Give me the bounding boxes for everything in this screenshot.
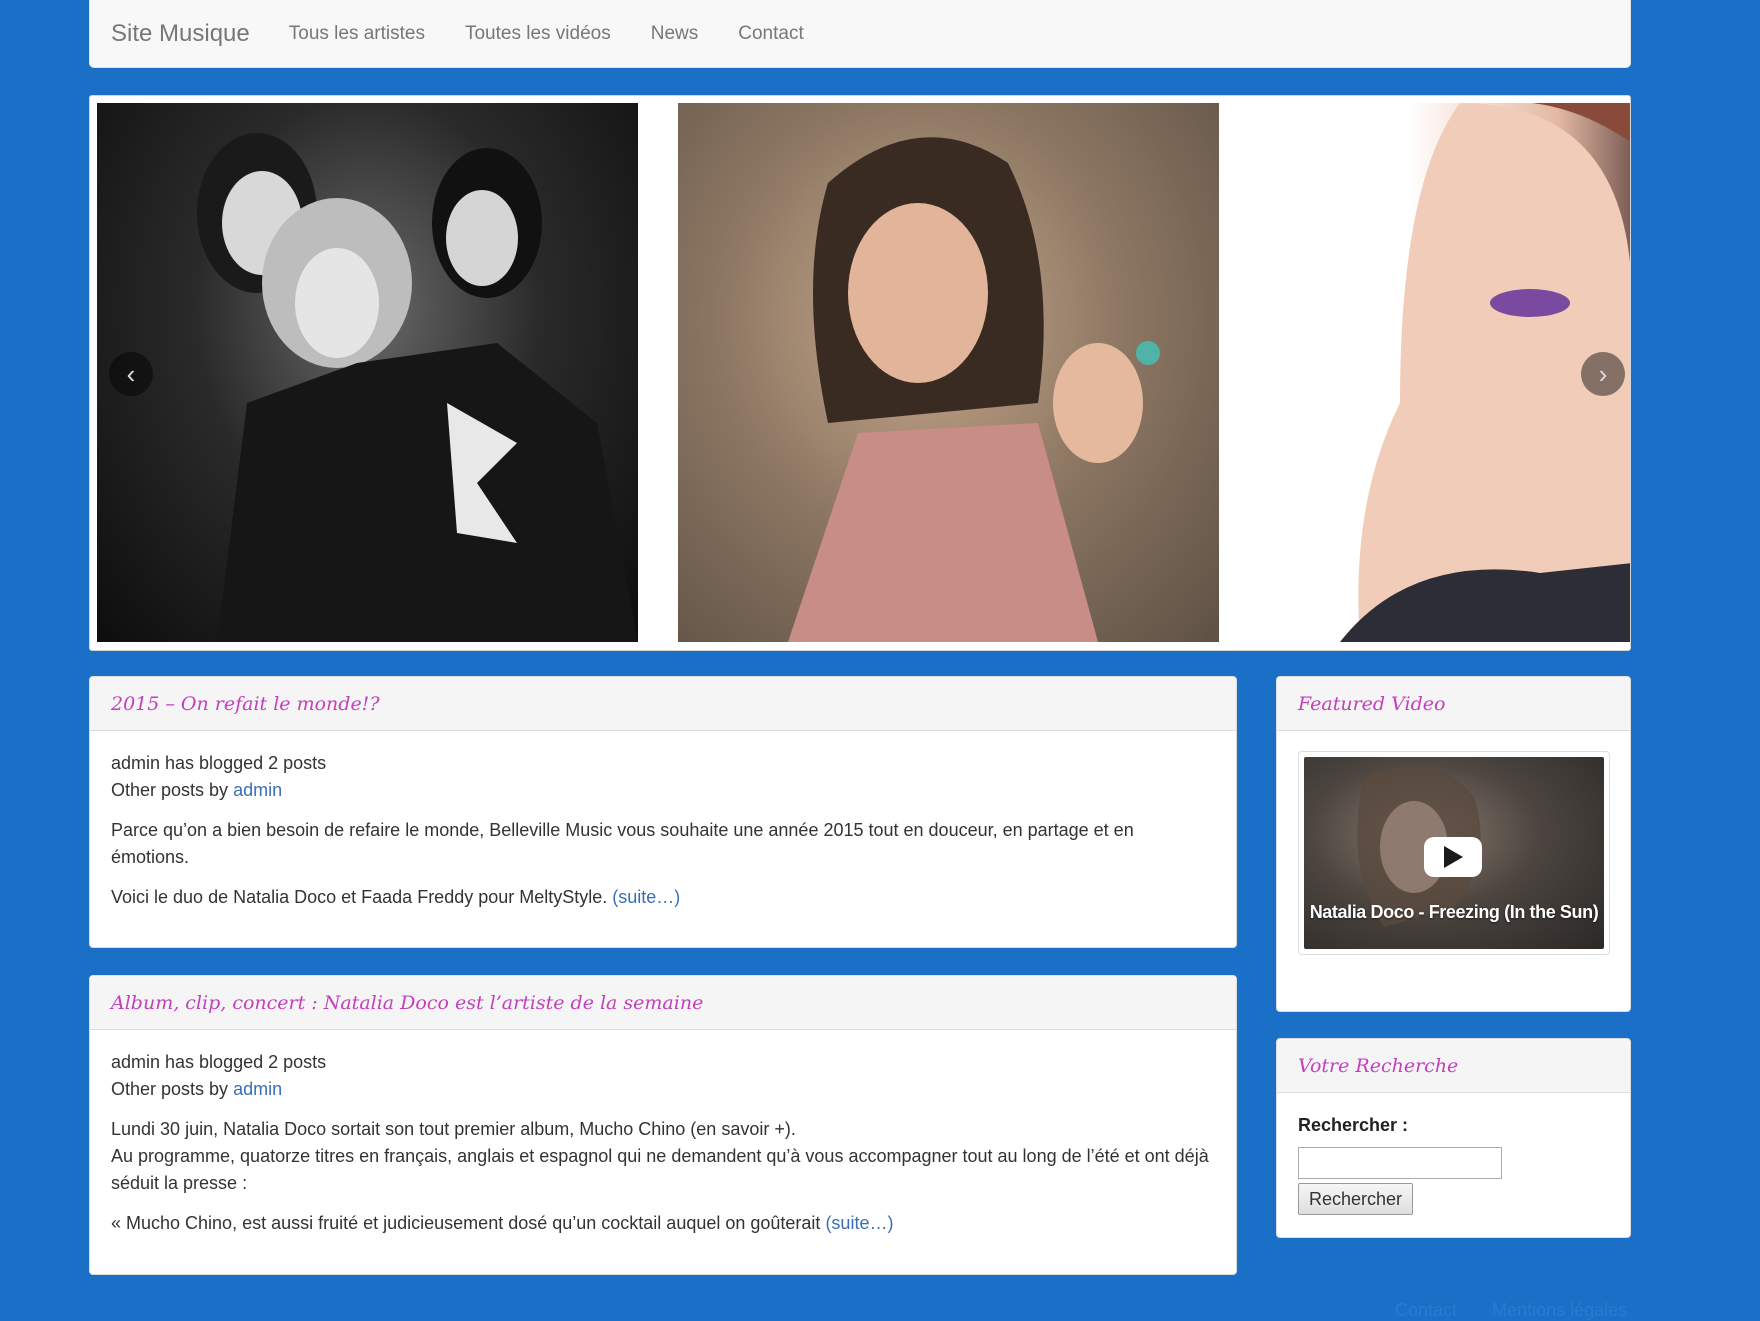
featured-video-heading: Featured Video (1277, 677, 1630, 731)
author-link[interactable]: admin (233, 780, 282, 800)
other-posts-line: Other posts by admin (111, 777, 1215, 804)
post-body: admin has blogged 2 posts Other posts by… (90, 1030, 1236, 1269)
post-title[interactable]: 2015 – On refait le monde!? (90, 677, 1236, 731)
read-more-link[interactable]: (suite…) (825, 1213, 893, 1233)
search-label: Rechercher : (1298, 1115, 1409, 1135)
portrait-illustration (788, 137, 1160, 642)
post-paragraph-last: « Mucho Chino, est aussi fruité et judic… (111, 1210, 1215, 1237)
nav-item-artistes[interactable]: Tous les artistes (269, 23, 445, 45)
top-navbar: Site Musique Tous les artistes Toutes le… (89, 0, 1631, 68)
carousel-photo-portrait[interactable] (1260, 103, 1630, 642)
featured-video-panel: Featured Video Natalia Doco - Freezing (… (1276, 676, 1631, 1012)
search-button[interactable]: Rechercher (1298, 1183, 1414, 1215)
group-photo-illustration (197, 133, 638, 642)
chevron-right-icon: › (1598, 358, 1608, 389)
play-icon (1444, 846, 1463, 868)
nav-item-contact[interactable]: Contact (718, 23, 823, 45)
carousel-photo-group[interactable] (97, 103, 638, 642)
other-posts-line: Other posts by admin (111, 1076, 1215, 1103)
post-panel: 2015 – On refait le monde!? admin has bl… (89, 676, 1237, 948)
footer-links: Contact Mentions légales (1395, 1300, 1657, 1321)
video-thumbnail[interactable]: Natalia Doco - Freezing (In the Sun) (1304, 757, 1604, 949)
nav-item-videos[interactable]: Toutes les vidéos (445, 23, 631, 45)
nav-item-news[interactable]: News (631, 23, 719, 45)
video-embed[interactable]: Natalia Doco - Freezing (In the Sun) (1298, 751, 1610, 955)
other-posts-label: Other posts by (111, 1079, 234, 1099)
play-button[interactable] (1424, 837, 1482, 877)
post-paragraph: Parce qu’on a bien besoin de refaire le … (111, 820, 1134, 867)
other-posts-label: Other posts by (111, 780, 234, 800)
post-excerpt-text: Voici le duo de Natalia Doco et Faada Fr… (111, 887, 613, 907)
post-panel: Album, clip, concert : Natalia Doco est … (89, 975, 1237, 1275)
chevron-left-icon: ‹ (126, 358, 136, 389)
carousel-next-button[interactable]: › (1581, 352, 1625, 396)
portrait-illustration-2 (1340, 103, 1630, 642)
search-panel: Votre Recherche Rechercher : Rechercher (1276, 1038, 1631, 1238)
post-title[interactable]: Album, clip, concert : Natalia Doco est … (90, 976, 1236, 1030)
post-author-meta: admin has blogged 2 posts Other posts by… (111, 1049, 1215, 1103)
post-line: Au programme, quatorze titres en françai… (111, 1146, 1209, 1193)
video-title[interactable]: Natalia Doco - Freezing (In the Sun) (1304, 899, 1604, 925)
carousel-prev-button[interactable]: ‹ (109, 352, 153, 396)
author-link[interactable]: admin (233, 1079, 282, 1099)
image-carousel: ‹ › (89, 95, 1631, 651)
footer-link-contact[interactable]: Contact (1395, 1300, 1457, 1320)
carousel-photo-natalia[interactable] (678, 103, 1219, 642)
post-paragraph: Lundi 30 juin, Natalia Doco sortait son … (111, 1116, 1215, 1197)
post-body: admin has blogged 2 posts Other posts by… (90, 731, 1236, 943)
post-line: Lundi 30 juin, Natalia Doco sortait son … (111, 1119, 796, 1139)
post-author-meta: admin has blogged 2 posts Other posts by… (111, 750, 1215, 804)
search-input[interactable] (1298, 1147, 1502, 1179)
search-heading: Votre Recherche (1277, 1039, 1630, 1093)
read-more-link[interactable]: (suite…) (612, 887, 680, 907)
site-brand[interactable]: Site Musique (111, 20, 250, 48)
post-paragraph-last: Voici le duo de Natalia Doco et Faada Fr… (111, 884, 1215, 911)
post-excerpt-text: « Mucho Chino, est aussi fruité et judic… (111, 1213, 826, 1233)
author-post-count: admin has blogged 2 posts (111, 753, 327, 773)
author-post-count: admin has blogged 2 posts (111, 1052, 327, 1072)
footer-link-mentions[interactable]: Mentions légales (1492, 1300, 1627, 1320)
